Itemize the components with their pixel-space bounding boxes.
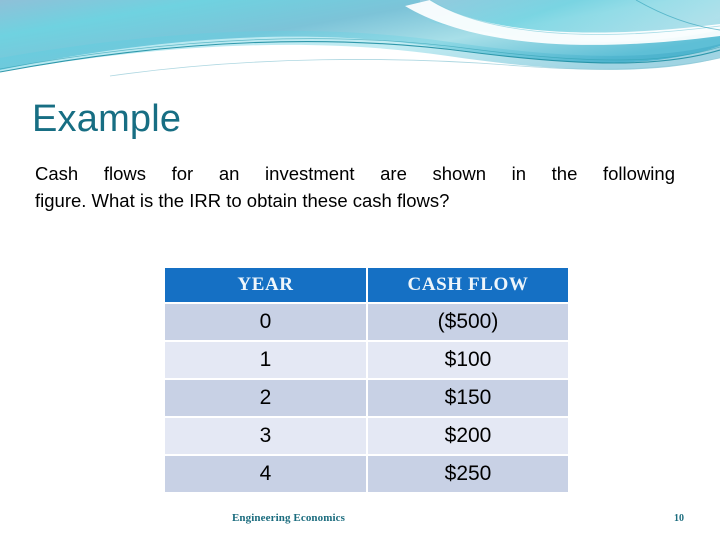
slide-body-text: Cash flows for an investment are shown i… xyxy=(35,160,675,214)
table-header-row: YEAR CASH FLOW xyxy=(165,268,568,302)
cell-cash-flow: $100 xyxy=(368,342,568,378)
footer-note: Engineering Economics xyxy=(232,512,346,524)
table-header-year: YEAR xyxy=(165,268,366,302)
slide-banner-decoration xyxy=(0,0,720,92)
cell-year: 1 xyxy=(165,342,366,378)
cell-year: 3 xyxy=(165,418,366,454)
table-row: 4 $250 xyxy=(165,456,568,492)
cell-year: 4 xyxy=(165,456,366,492)
table-row: 1 $100 xyxy=(165,342,568,378)
body-text-line-2: figure. What is the IRR to obtain these … xyxy=(35,190,450,211)
cell-cash-flow: ($500) xyxy=(368,304,568,340)
cell-cash-flow: $150 xyxy=(368,380,568,416)
body-text-line-1: Cash flows for an investment are shown i… xyxy=(35,163,675,184)
table-row: 2 $150 xyxy=(165,380,568,416)
slide-title: Example xyxy=(32,98,182,140)
cell-cash-flow: $250 xyxy=(368,456,568,492)
table-row: 3 $200 xyxy=(165,418,568,454)
cell-year: 2 xyxy=(165,380,366,416)
cell-cash-flow: $200 xyxy=(368,418,568,454)
page-number: 10 xyxy=(674,513,684,524)
table-row: 0 ($500) xyxy=(165,304,568,340)
cell-year: 0 xyxy=(165,304,366,340)
cash-flow-table: YEAR CASH FLOW 0 ($500) 1 $100 2 $150 3 … xyxy=(163,266,570,494)
table-header-cash-flow: CASH FLOW xyxy=(368,268,568,302)
